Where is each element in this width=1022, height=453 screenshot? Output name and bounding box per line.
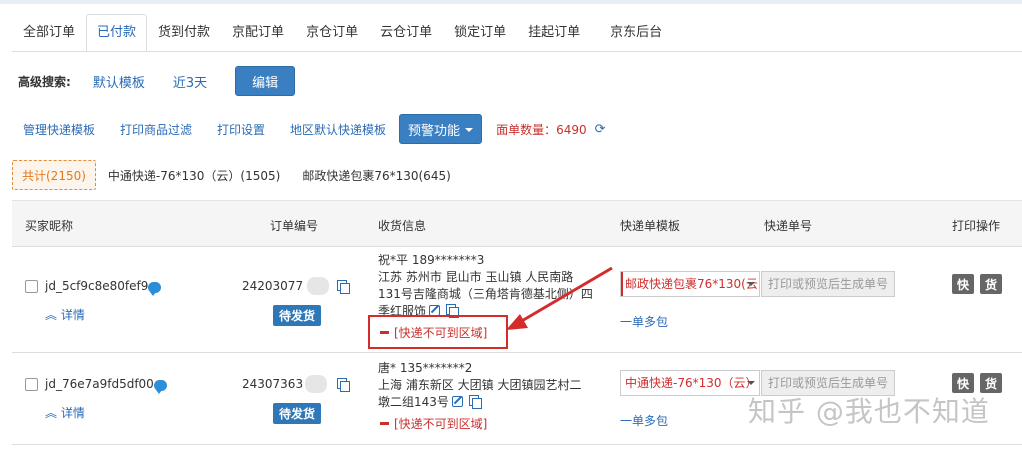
table-footer-space	[12, 445, 1022, 453]
waybill-count: 面单数量：6490	[496, 122, 587, 137]
warning-function-button[interactable]: 预警功能	[399, 114, 483, 144]
col-buyer: 买家昵称	[25, 219, 74, 233]
tab-cod[interactable]: 货到付款	[147, 14, 221, 52]
tab-jd-delivery[interactable]: 京配订单	[221, 14, 295, 52]
detail-toggle[interactable]: ︽ 详情	[45, 404, 85, 421]
print-toolbar: 管理快递模板 打印商品过滤 打印设置 地区默认快递模板 预警功能 面单数量：64…	[23, 114, 606, 144]
receiver-address-line: 江苏 苏州市 昆山市 玉山镇 人民南路	[378, 270, 574, 284]
minus-icon	[380, 422, 389, 425]
receiver-name-phone: 祝*平 189*******3	[378, 253, 485, 267]
multi-package-link[interactable]: 一单多包	[620, 313, 668, 330]
template-select[interactable]: 邮政快递包裹76*130(云)	[620, 271, 760, 297]
tab-locked[interactable]: 锁定订单	[443, 14, 517, 52]
template-select-value: 邮政快递包裹76*130(云)	[625, 277, 760, 291]
template-select-value: 中通快递-76*130（云）	[625, 376, 758, 390]
filter-ems[interactable]: 邮政快递包裹76*130(645)	[302, 167, 450, 184]
receiver-address-line: 上海 浦东新区 大团镇 大团镇园艺村二	[378, 378, 582, 392]
detail-label: 详情	[60, 406, 85, 420]
status-badge: 待发货	[273, 403, 322, 424]
col-receiver: 收货信息	[378, 219, 427, 233]
tab-jd-warehouse[interactable]: 京仓订单	[295, 14, 369, 52]
tab-cloud-warehouse[interactable]: 云仓订单	[369, 14, 443, 52]
template-select[interactable]: 中通快递-76*130（云）	[620, 370, 760, 396]
tabs-divider	[12, 51, 1022, 52]
recent-3-days-link[interactable]: 近3天	[173, 72, 207, 91]
refresh-icon[interactable]: ⟳	[595, 122, 606, 137]
caret-down-icon	[465, 128, 474, 132]
filter-total[interactable]: 共计(2150)	[12, 160, 96, 190]
tab-all-orders[interactable]: 全部订单	[12, 14, 86, 52]
caret-down-icon	[747, 381, 755, 385]
receiver-info: 唐* 135*******2 上海 浦东新区 大团镇 大团镇园艺村二 墩二组14…	[378, 360, 581, 411]
order-tabs: 全部订单 已付款 货到付款 京配订单 京仓订单 云仓订单 锁定订单 挂起订单 京…	[12, 14, 673, 52]
edit-button[interactable]: 编辑	[235, 66, 296, 96]
chevron-up-icon: ︽	[45, 308, 58, 322]
col-template: 快递单模板	[620, 219, 681, 233]
row-checkbox[interactable]	[25, 280, 38, 293]
watermark: 知乎 @我也不知道	[748, 395, 990, 428]
table-header: 买家昵称 订单编号 收货信息 快递单模板 快递单号 打印操作	[12, 200, 1022, 247]
unreachable-warning: [快递不可到区域]	[380, 415, 487, 432]
table-row: jd_5cf9c8e80fef9 ︽ 详情 24203077 待发货 祝*平 1…	[12, 247, 1022, 353]
template-filters: 共计(2150) 中通快递-76*130（云）(1505) 邮政快递包裹76*1…	[12, 160, 451, 190]
edit-address-icon[interactable]	[451, 396, 463, 407]
detail-label: 详情	[60, 308, 85, 322]
receiver-address-line: 墩二组143号	[378, 395, 449, 409]
col-print-ops: 打印操作	[952, 219, 1001, 233]
chevron-up-icon: ︽	[45, 406, 58, 420]
chat-icon[interactable]	[154, 380, 167, 394]
goods-print-button[interactable]: 货	[980, 274, 1002, 294]
print-settings-link[interactable]: 打印设置	[217, 121, 265, 138]
manage-express-template-link[interactable]: 管理快递模板	[23, 121, 95, 138]
tab-jd-backend[interactable]: 京东后台	[599, 14, 673, 52]
caret-down-icon	[747, 282, 755, 286]
order-number: 24203077	[242, 279, 304, 293]
print-product-filter-link[interactable]: 打印商品过滤	[120, 121, 192, 138]
buyer-nick: jd_76e7a9fd5df00	[45, 377, 154, 391]
tracking-number-input[interactable]: 打印或预览后生成单号	[761, 271, 895, 297]
top-strip	[0, 0, 1022, 4]
fast-print-button[interactable]: 快	[952, 274, 974, 294]
tab-suspended[interactable]: 挂起订单	[517, 14, 591, 52]
select-accent-bar	[621, 272, 623, 296]
buyer-nick: jd_5cf9c8e80fef9	[45, 279, 149, 293]
chat-icon[interactable]	[148, 282, 161, 296]
receiver-address-line: 131号吉隆商城（三角塔肯德基北侧）四	[378, 287, 593, 301]
default-template-link[interactable]: 默认模板	[93, 72, 145, 91]
redacted-order-suffix	[305, 375, 327, 393]
order-number: 24307363	[242, 377, 304, 391]
advanced-search-label: 高级搜索:	[18, 74, 71, 89]
multi-package-link[interactable]: 一单多包	[620, 412, 668, 429]
copy-icon[interactable]	[337, 280, 350, 294]
region-default-template-link[interactable]: 地区默认快递模板	[290, 121, 386, 138]
receiver-name-phone: 唐* 135*******2	[378, 361, 473, 375]
advanced-search: 高级搜索: 默认模板 近3天 编辑	[18, 66, 296, 96]
copy-address-icon[interactable]	[468, 395, 482, 409]
copy-icon[interactable]	[337, 378, 350, 392]
redacted-order-suffix	[307, 277, 329, 295]
detail-toggle[interactable]: ︽ 详情	[45, 306, 85, 323]
status-badge: 待发货	[273, 305, 322, 326]
col-order-no: 订单编号	[270, 219, 319, 233]
warning-function-label: 预警功能	[408, 123, 461, 139]
highlight-box	[368, 315, 508, 349]
receiver-info: 祝*平 189*******3 江苏 苏州市 昆山市 玉山镇 人民南路 131号…	[378, 252, 593, 320]
warning-text: [快递不可到区域]	[394, 417, 488, 431]
filter-zto[interactable]: 中通快递-76*130（云）(1505)	[108, 167, 280, 184]
row-checkbox[interactable]	[25, 378, 38, 391]
tab-paid[interactable]: 已付款	[86, 14, 148, 52]
col-tracking: 快递单号	[764, 219, 813, 233]
